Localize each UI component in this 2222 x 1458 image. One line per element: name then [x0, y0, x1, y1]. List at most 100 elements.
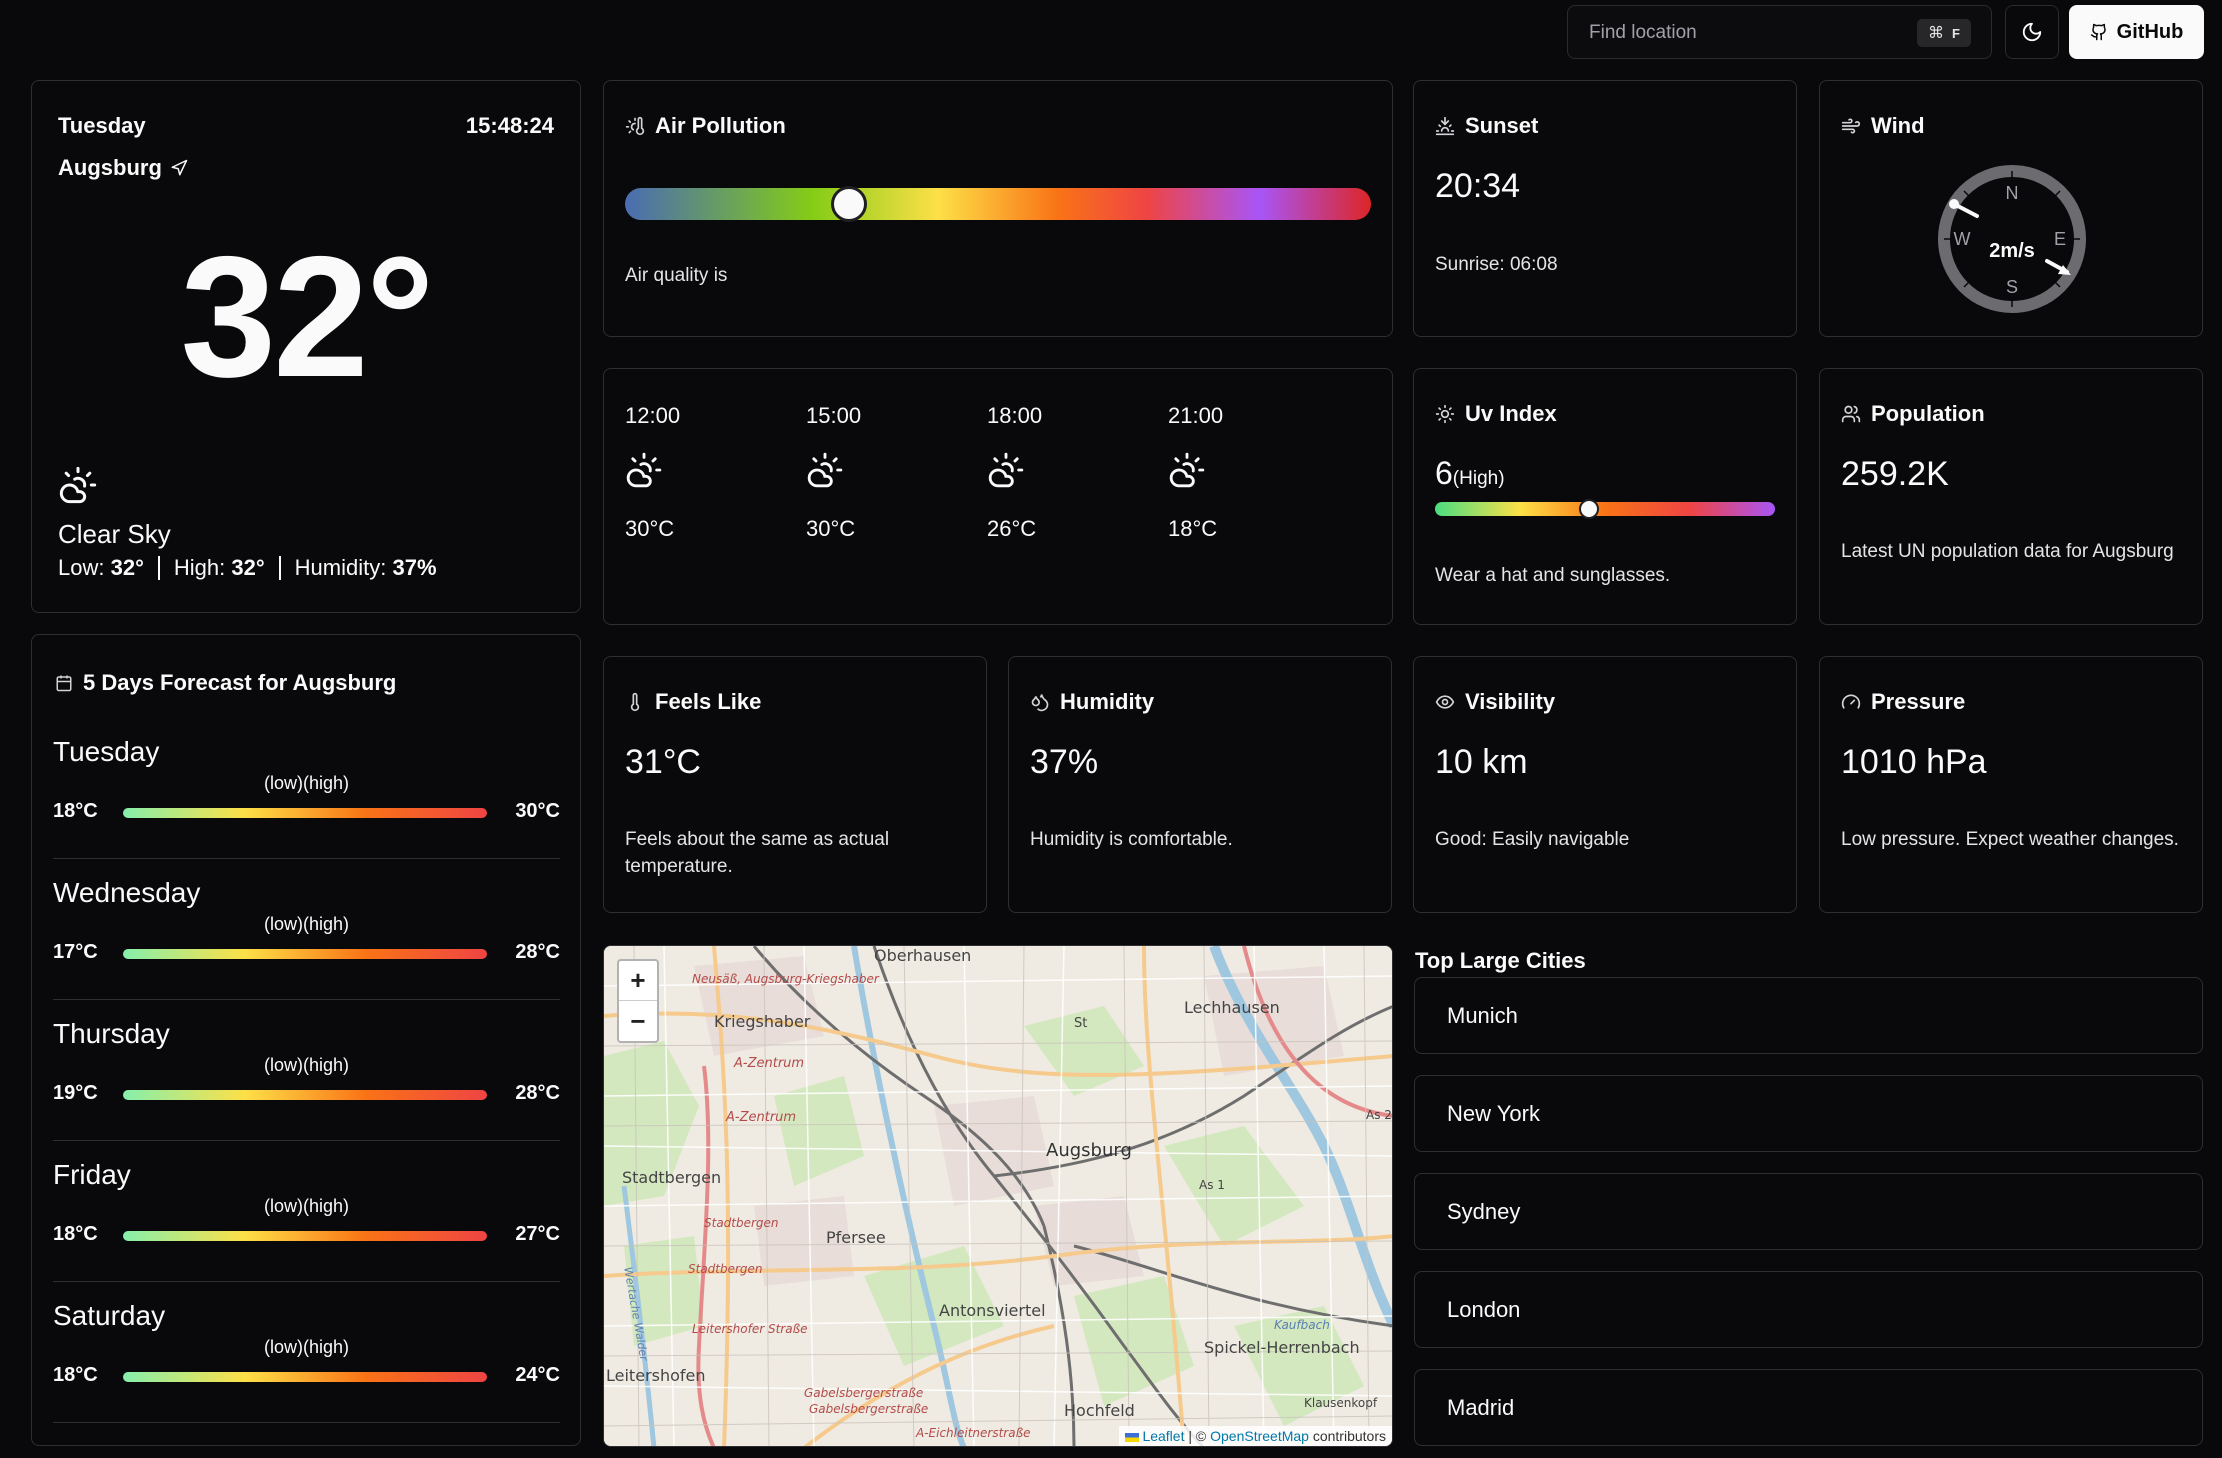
map-label: Spickel-Herrenbach: [1204, 1338, 1360, 1357]
hourly-temp: 18°C: [1168, 516, 1218, 541]
city-label: Madrid: [1447, 1394, 1515, 1420]
city-button[interactable]: Munich: [1414, 977, 2203, 1054]
forecast-row: Saturday (low)(high) 18°C 24°C: [53, 1282, 560, 1423]
wind-title-text: Wind: [1871, 113, 1925, 138]
low-value: 32°: [110, 555, 144, 580]
hourly-item: 15:00 30°C: [806, 403, 906, 542]
map-label: Stadtbergen: [622, 1168, 722, 1187]
zoom-control: + −: [617, 959, 659, 1043]
population-value: 259.2K: [1841, 455, 1949, 493]
navigation-icon: [171, 159, 188, 176]
city-button[interactable]: New York: [1414, 1075, 2203, 1152]
github-label: GitHub: [2116, 20, 2184, 43]
hourly-time: 21:00: [1168, 403, 1224, 428]
forecast-day: Saturday: [53, 1300, 166, 1331]
low-label: Low:: [58, 555, 105, 580]
forecast-low: 17°C: [53, 941, 98, 963]
pressure-title-text: Pressure: [1871, 689, 1966, 714]
city-label: London: [1447, 1296, 1521, 1322]
uv-advice: Wear a hat and sunglasses.: [1435, 565, 1671, 586]
humidity-desc: Humidity is comfortable.: [1030, 829, 1233, 850]
visibility-title: Visibility: [1435, 689, 1555, 715]
cloud-sun-icon: [1168, 451, 1268, 494]
feels-like-card: Feels Like 31°C Feels about the same as …: [603, 656, 987, 913]
gauge-icon: [1841, 694, 1861, 709]
wind-card: Wind N E S W 2m/s: [1819, 80, 2203, 337]
population-title: Population: [1841, 401, 1985, 427]
forecast-high: 27°C: [515, 1223, 560, 1245]
humidity-title: Humidity: [1030, 689, 1154, 715]
visibility-value: 10 km: [1435, 743, 1528, 781]
compass-w: W: [1954, 229, 1971, 249]
hourly-temp: 30°C: [806, 516, 856, 541]
ukraine-flag-icon: [1124, 1432, 1139, 1442]
air-quality-text: Air quality is: [625, 265, 728, 286]
pressure-card: Pressure 1010 hPa Low pressure. Expect w…: [1819, 656, 2203, 913]
cloud-sun-icon: [806, 451, 906, 494]
forecast-temp-bar: [123, 808, 487, 818]
uv-index-card: Uv Index 6 (High) Wear a hat and sunglas…: [1413, 368, 1797, 625]
zoom-in-button[interactable]: +: [619, 961, 657, 1001]
forecast-row: Tuesday (low)(high) 18°C 30°C: [53, 718, 560, 859]
forecast-row: Thursday (low)(high) 19°C 28°C: [53, 1000, 560, 1141]
pressure-value: 1010 hPa: [1841, 743, 1987, 781]
map-label: A-Eichleitnerstraße: [916, 1426, 1031, 1440]
map-label: Neusäß, Augsburg-Kriegshaber: [692, 972, 879, 986]
city-map[interactable]: Oberhausen Neusäß, Augsburg-Kriegshaber …: [603, 945, 1393, 1447]
feels-like-value: 31°C: [625, 743, 701, 781]
map-label: As 1: [1199, 1178, 1225, 1192]
cloud-sun-icon: [987, 451, 1087, 494]
forecast-day: Thursday: [53, 1018, 170, 1049]
uv-title: Uv Index: [1435, 401, 1557, 427]
city-label: New York: [1447, 1100, 1540, 1126]
current-time: 15:48:24: [465, 113, 554, 138]
map-attribution: Leaflet | © OpenStreetMap contributors: [1118, 1426, 1392, 1446]
forecast-low: 18°C: [53, 1223, 98, 1245]
forecast-low: 19°C: [53, 1082, 98, 1104]
leaflet-link[interactable]: Leaflet: [1142, 1428, 1184, 1444]
current-weather-card: Tuesday 15:48:24 Augsburg 32° Clear Sky …: [31, 80, 581, 613]
uv-number: 6: [1435, 455, 1453, 491]
github-button[interactable]: GitHub: [2069, 5, 2204, 59]
droplets-icon: [1031, 694, 1049, 712]
air-pollution-title-text: Air Pollution: [655, 113, 786, 138]
feels-like-title-text: Feels Like: [655, 689, 762, 714]
sunset-title-text: Sunset: [1465, 113, 1539, 138]
forecast-day: Tuesday: [53, 736, 160, 767]
feels-like-title: Feels Like: [625, 689, 761, 715]
theme-toggle-button[interactable]: [2005, 5, 2059, 59]
command-key-icon: ⌘: [1928, 25, 1945, 42]
current-city: Augsburg: [58, 155, 188, 181]
find-location-input[interactable]: Find location ⌘ F: [1567, 5, 1992, 59]
osm-link[interactable]: OpenStreetMap: [1210, 1428, 1309, 1444]
search-placeholder: Find location: [1589, 22, 1697, 43]
moon-icon: [2022, 22, 2042, 42]
map-label: Leitershofen: [606, 1366, 706, 1385]
city-button[interactable]: Sydney: [1414, 1173, 2203, 1250]
compass-n: N: [2006, 183, 2019, 203]
map-label: Lechhausen: [1184, 998, 1280, 1017]
high-label: High:: [173, 555, 226, 580]
forecast-title: 5 Days Forecast for Augsburg: [55, 670, 396, 696]
wind-title: Wind: [1841, 113, 1925, 139]
forecast-row: Friday (low)(high) 18°C 27°C: [53, 1141, 560, 1282]
forecast-row: Wednesday (low)(high) 17°C 28°C: [53, 859, 560, 1000]
hourly-item: 18:00 26°C: [987, 403, 1087, 542]
wind-speed: 2m/s: [1989, 240, 2035, 262]
population-desc: Latest UN population data for Augsburg: [1841, 541, 2174, 562]
zoom-out-button[interactable]: −: [619, 1001, 657, 1041]
attribution-tail: contributors: [1312, 1428, 1386, 1444]
city-button[interactable]: Madrid: [1414, 1369, 2203, 1446]
forecast-card: 5 Days Forecast for Augsburg Tuesday (low…: [31, 634, 581, 1446]
attribution-sep: | ©: [1188, 1428, 1207, 1444]
sunset-icon: [1435, 116, 1455, 136]
city-button[interactable]: London: [1414, 1271, 2203, 1348]
cloud-sun-icon: [625, 451, 725, 494]
hourly-forecast-card: 12:00 30°C 15:00 30°C 18:00 26°C 21:00 18°C: [603, 368, 1393, 625]
shortcut-hint: ⌘ F: [1917, 19, 1971, 47]
forecast-day: Wednesday: [53, 877, 201, 908]
visibility-desc: Good: Easily navigable: [1435, 829, 1630, 850]
map-label: Klausenkopf: [1304, 1396, 1378, 1410]
forecast-high: 28°C: [515, 1082, 560, 1104]
current-temperature: 32°: [180, 221, 434, 413]
